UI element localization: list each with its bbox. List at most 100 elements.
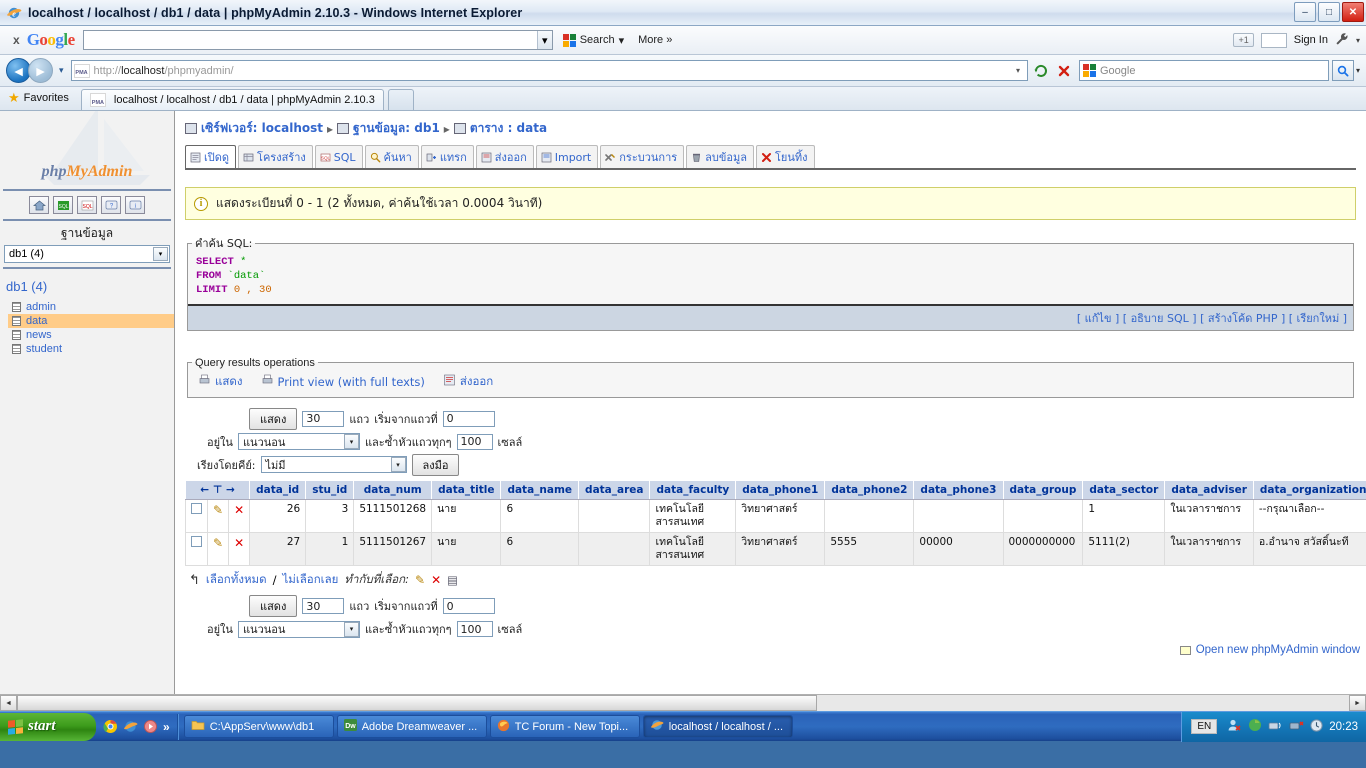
scroll-right-button[interactable]: ►	[1349, 695, 1366, 711]
toolbar-blank-field[interactable]	[1260, 32, 1287, 48]
horizontal-scrollbar[interactable]: ◄ ►	[0, 694, 1366, 711]
google-search-input[interactable]: ▾	[82, 30, 553, 50]
scrollbar-track[interactable]	[17, 695, 1349, 711]
stop-icon[interactable]	[1054, 61, 1074, 81]
clock-icon[interactable]	[1310, 718, 1323, 735]
column-header[interactable]: data_organization	[1252, 479, 1366, 500]
rows-count-input-top[interactable]: 30	[302, 410, 345, 427]
volume-icon[interactable]	[1289, 719, 1304, 735]
taskbar-item-dreamweaver[interactable]: Dw Adobe Dreamweaver ...	[336, 715, 487, 738]
column-header[interactable]: data_sector	[1082, 479, 1166, 500]
qro-print-link[interactable]: แสดง	[198, 373, 243, 391]
row-edit-cell[interactable]: ✎	[206, 498, 230, 533]
tab-empty[interactable]: ลบข้อมูล	[686, 145, 754, 168]
chevron-right-icon[interactable]: »	[163, 720, 170, 734]
start-row-input-bottom[interactable]: 0	[442, 598, 495, 615]
breadcrumb-server[interactable]: เซิร์ฟเวอร์: localhost	[201, 119, 323, 138]
language-indicator[interactable]: EN	[1191, 719, 1218, 734]
qro-export-link[interactable]: ส่งออก	[443, 373, 493, 391]
taskbar-item-explorer[interactable]: C:\AppServ\www\db1	[183, 715, 334, 738]
ie-icon[interactable]	[123, 719, 138, 734]
forward-button[interactable]: ►	[28, 58, 53, 83]
sql-icon[interactable]: SQL	[77, 196, 97, 214]
breadcrumb-table[interactable]: ตาราง : data	[470, 119, 547, 138]
show-button-top[interactable]: แสดง	[249, 407, 298, 430]
column-header[interactable]: data_id	[249, 479, 307, 500]
column-header[interactable]: data_phone1	[735, 479, 826, 500]
column-header[interactable]: data_num	[353, 479, 433, 500]
tab-search[interactable]: ค้นหา	[364, 145, 419, 168]
chevron-down-icon[interactable]: ▾	[536, 31, 552, 49]
help-icon[interactable]: ?	[101, 196, 121, 214]
chevron-down-icon[interactable]: ▾	[153, 247, 168, 261]
chrome-icon[interactable]	[103, 719, 118, 734]
search-go-button[interactable]	[1331, 60, 1354, 81]
signin-button[interactable]: Sign In	[1294, 34, 1328, 46]
media-player-icon[interactable]	[143, 719, 158, 734]
edit-selected-icon[interactable]: ✎	[415, 573, 425, 587]
tab-operations[interactable]: กระบวนการ	[600, 145, 685, 168]
sort-right-arrow-icon[interactable]: →	[226, 484, 235, 496]
search-go-caret-icon[interactable]: ▾	[1356, 66, 1360, 75]
column-header[interactable]: data_title	[431, 479, 502, 500]
chevron-down-icon[interactable]: ▾	[390, 457, 406, 473]
tab-insert[interactable]: แทรก	[420, 145, 474, 168]
favorites-button[interactable]: ★ Favorites	[6, 88, 77, 110]
wrench-caret-icon[interactable]: ▾	[1356, 36, 1360, 45]
table-row[interactable]: ✎ ✕ 26 3 5111501268 นาย 6 เทคโนโลยีสารสน…	[185, 498, 1366, 533]
mode-select-top[interactable]: แนวนอน ▾	[237, 433, 360, 451]
url-dropdown-icon[interactable]: ▾	[1011, 61, 1025, 80]
column-header[interactable]: data_group	[1002, 479, 1084, 500]
show-button-bottom[interactable]: แสดง	[249, 595, 298, 618]
browser-search-input[interactable]: Google	[1078, 60, 1329, 81]
column-header[interactable]: stu_id	[305, 479, 355, 500]
tab-drop[interactable]: โยนทิ้ง	[756, 145, 815, 168]
row-checkbox-cell[interactable]	[185, 498, 208, 533]
edit-icon[interactable]: ✎	[213, 536, 223, 550]
sort-left-arrow-icon[interactable]: ←	[200, 484, 209, 496]
check-all-link[interactable]: เลือกทั้งหมด	[206, 571, 267, 589]
column-header[interactable]: data_area	[578, 479, 651, 500]
uncheck-all-link[interactable]: ไม่เลือกเลย	[282, 571, 338, 589]
taskbar-item-firefox[interactable]: TC Forum - New Topi...	[489, 715, 640, 738]
minimize-button[interactable]: –	[1294, 2, 1316, 22]
delete-selected-icon[interactable]: ✕	[431, 573, 441, 587]
column-header[interactable]: data_name	[500, 479, 580, 500]
sql-explain-link[interactable]: [ อธิบาย SQL ]	[1123, 312, 1197, 325]
tab-browse[interactable]: เปิดดู	[185, 145, 237, 168]
edit-icon[interactable]: ✎	[213, 503, 223, 517]
maximize-button[interactable]: □	[1318, 2, 1340, 22]
home-icon[interactable]	[29, 196, 49, 214]
column-header[interactable]: data_adviser	[1164, 479, 1254, 500]
chevron-down-icon[interactable]: ▾	[343, 434, 359, 450]
network-icon[interactable]	[1268, 719, 1283, 735]
tab-sql[interactable]: SQL SQL	[314, 145, 363, 168]
row-checkbox[interactable]	[191, 502, 202, 514]
shield-icon[interactable]	[1248, 718, 1262, 735]
pma-logo[interactable]: phpMyAdmin	[42, 163, 133, 181]
row-edit-cell[interactable]: ✎	[206, 531, 230, 567]
open-new-window-link[interactable]: Open new phpMyAdmin window	[1179, 644, 1360, 656]
scroll-left-button[interactable]: ◄	[0, 695, 17, 711]
sql-query-icon[interactable]: SQL	[53, 196, 73, 214]
delete-icon[interactable]: ✕	[234, 536, 244, 550]
refresh-icon[interactable]	[1031, 61, 1051, 81]
taskbar-clock[interactable]: 20:23	[1329, 721, 1358, 733]
start-row-input-top[interactable]: 0	[442, 410, 495, 427]
url-input[interactable]: PMA http://localhost/phpmyadmin/ ▾	[70, 60, 1028, 81]
scrollbar-thumb[interactable]	[17, 695, 817, 711]
column-header[interactable]: data_phone3	[913, 479, 1004, 500]
row-delete-cell[interactable]: ✕	[228, 531, 251, 567]
tab-import[interactable]: Import	[535, 145, 599, 168]
start-button[interactable]: start	[0, 712, 96, 741]
qro-print-full-link[interactable]: Print view (with full texts)	[261, 374, 425, 389]
sidebar-table-news[interactable]: news	[8, 328, 174, 342]
database-select[interactable]: db1 (4) ▾	[4, 245, 170, 263]
sort-key-select[interactable]: ไม่มี ▾	[260, 456, 407, 474]
mode-select-bottom[interactable]: แนวนอน ▾	[237, 620, 360, 638]
sidebar-table-data[interactable]: data	[8, 314, 174, 328]
rows-count-input-bottom[interactable]: 30	[302, 598, 345, 615]
search-caret-icon[interactable]: ▾	[619, 34, 625, 47]
sort-mid-icon[interactable]: ⊤	[213, 484, 223, 496]
sidebar-table-student[interactable]: student	[8, 342, 174, 356]
